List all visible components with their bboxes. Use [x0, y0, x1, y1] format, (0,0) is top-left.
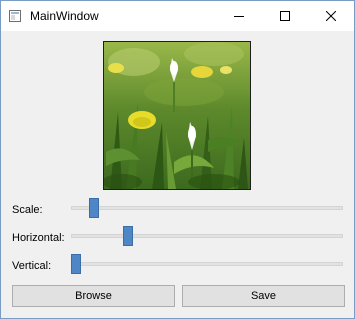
browse-button[interactable]: Browse	[12, 285, 175, 307]
maximize-button[interactable]	[262, 1, 308, 31]
window-title: MainWindow	[30, 9, 99, 23]
close-button[interactable]	[308, 1, 354, 31]
scale-slider-track[interactable]	[71, 206, 343, 210]
horizontal-label: Horizontal:	[12, 232, 65, 244]
close-icon	[326, 11, 336, 21]
horizontal-slider-track[interactable]	[71, 234, 343, 238]
scale-slider-handle[interactable]	[89, 198, 100, 218]
vertical-label: Vertical:	[12, 260, 52, 272]
main-window: MainWindow Scale: Horizontal: Vertical: …	[0, 0, 355, 319]
maximize-icon	[280, 11, 290, 21]
title-bar[interactable]: MainWindow	[1, 1, 354, 31]
horizontal-slider-handle[interactable]	[123, 226, 134, 246]
minimize-button[interactable]	[216, 1, 262, 31]
scale-label: Scale:	[12, 204, 43, 216]
minimize-icon	[234, 16, 244, 17]
app-window-icon	[9, 10, 21, 22]
flower-meadow-image	[103, 41, 251, 190]
vertical-slider-handle[interactable]	[71, 254, 81, 274]
vertical-slider-track[interactable]	[71, 262, 343, 266]
save-button[interactable]: Save	[182, 285, 345, 307]
